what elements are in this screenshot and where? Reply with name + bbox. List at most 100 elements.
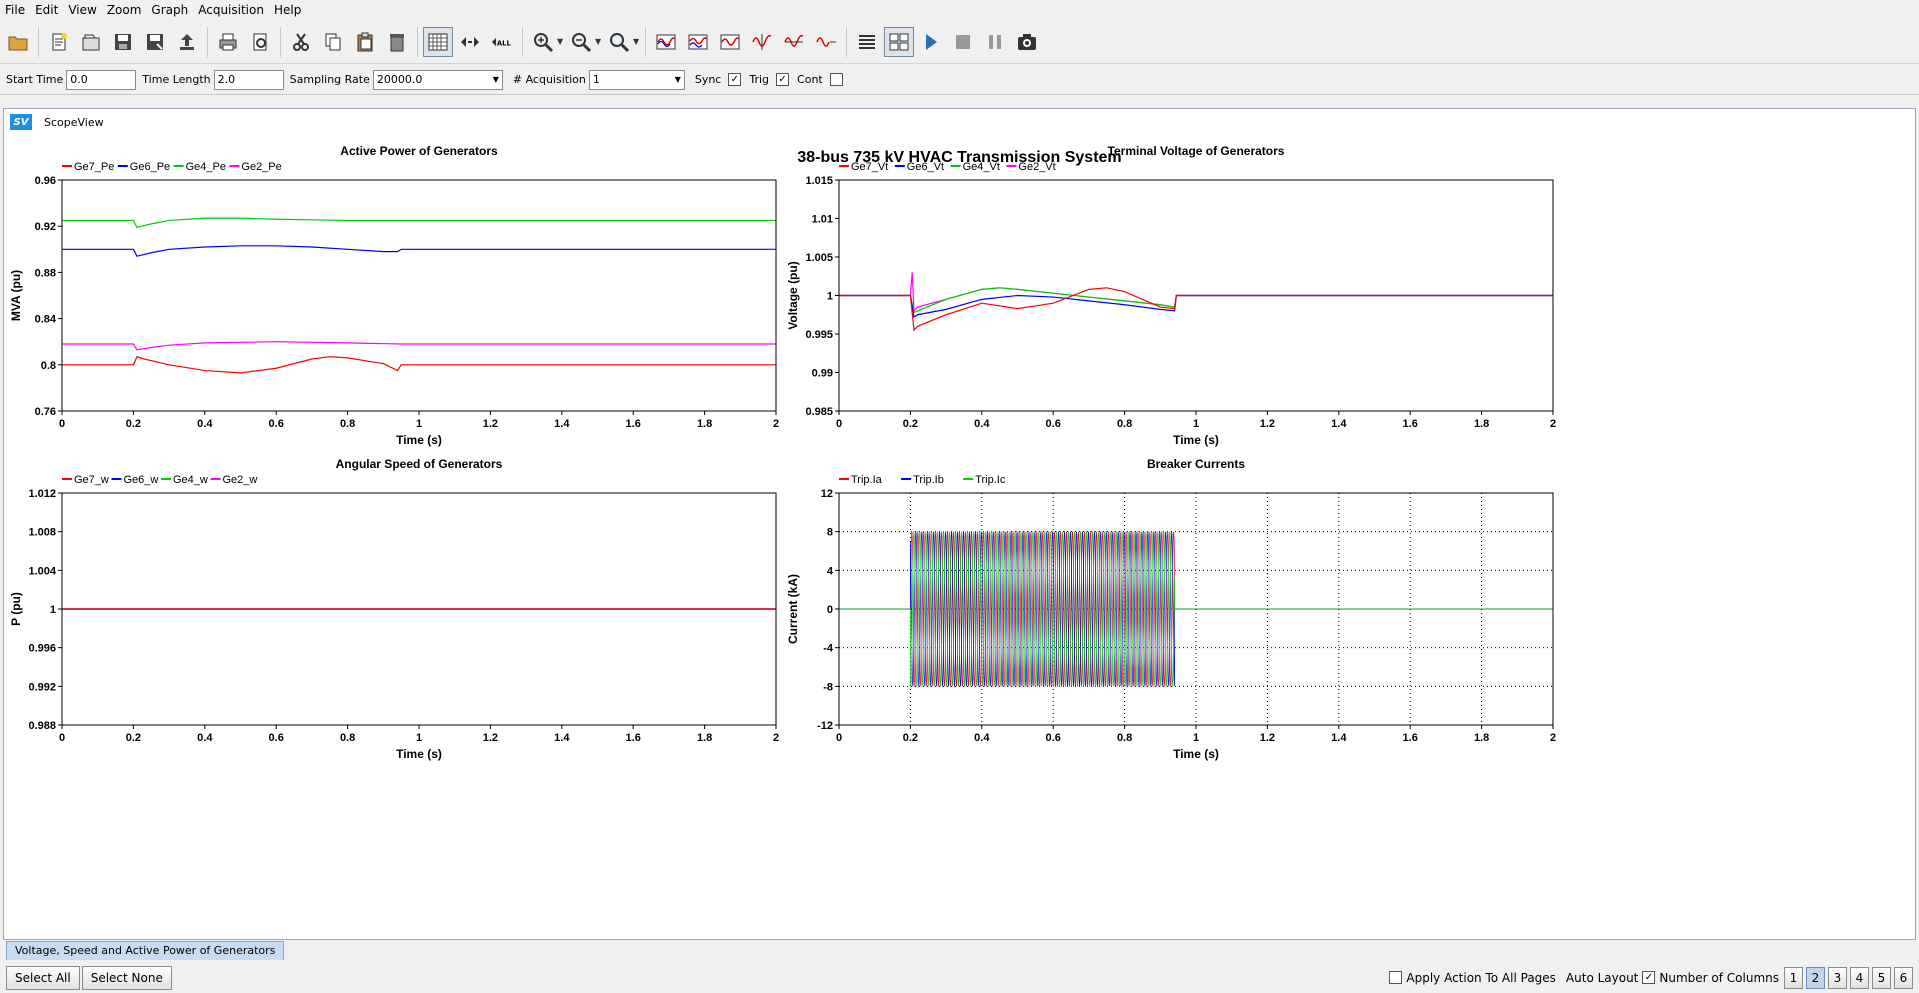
signal-ops-5-icon[interactable] [779,27,809,57]
zoom-in-dropdown-icon[interactable]: ▼ [557,37,565,46]
save-icon[interactable] [108,27,138,57]
page-tab-active[interactable]: Voltage, Speed and Active Power of Gener… [6,941,285,960]
x-tick-label: 2 [1550,732,1556,744]
x-tick-label: 1.6 [1403,418,1418,430]
x-tick-label: 0 [59,732,65,744]
separator [38,26,39,57]
trig-checkbox[interactable]: ✓ [776,73,790,86]
separator [207,26,208,57]
legend-entry: Ge4_Pe [186,161,226,173]
start-time-input[interactable] [66,69,137,90]
legend-entry: Trip.Ib [913,474,944,486]
delete-icon[interactable] [382,27,412,57]
columns-3-button[interactable]: 3 [1828,966,1847,989]
x-axis-label: Time (s) [396,433,442,447]
list-icon[interactable] [852,27,882,57]
pause-icon[interactable] [980,27,1010,57]
menu-edit[interactable]: Edit [30,3,63,17]
menu-view[interactable]: View [63,3,101,17]
y-tick-label: 1 [827,291,833,303]
stop-icon[interactable] [948,27,978,57]
x-tick-label: 1.4 [554,418,570,430]
menu-file[interactable]: File [0,3,30,17]
x-tick-label: 0.4 [197,732,213,744]
new-page-icon[interactable] [44,27,74,57]
camera-icon[interactable] [1012,27,1042,57]
save-as-icon[interactable] [140,27,170,57]
chart-title: Angular Speed of Generators [336,457,503,471]
layout-icon[interactable] [884,26,914,57]
columns-2-button[interactable]: 2 [1806,966,1825,989]
legend-entry: Ge7_w [74,474,109,486]
open-icon[interactable] [76,27,106,57]
signal-ops-1-icon[interactable] [651,27,681,57]
zoom-out-icon[interactable] [566,27,596,57]
y-tick-label: 0.985 [805,406,833,418]
columns-1-button[interactable]: 1 [1784,966,1803,989]
signal-ops-2-icon[interactable] [683,27,713,57]
cut-icon[interactable] [286,27,316,57]
y-axis-label: Voltage (pu) [786,261,800,329]
select-none-button[interactable]: Select None [81,965,172,990]
zoom-fit-icon[interactable] [455,27,485,57]
zoom-xy-dropdown-icon[interactable]: ▼ [633,37,641,46]
zoom-out-dropdown-icon[interactable]: ▼ [595,37,603,46]
select-all-button[interactable]: Select All [6,965,80,990]
acquisition-value: 1 [592,73,600,86]
sampling-rate-value: 20000.0 [376,73,423,86]
export-icon[interactable] [172,27,202,57]
open-folder-icon[interactable] [3,27,33,57]
chart-title: Terminal Voltage of Generators [1108,144,1285,158]
chart-1: Active Power of Generators Ge7_Pe Ge6_Pe Ge… [9,144,779,447]
x-tick-label: 1.6 [1403,732,1418,744]
menu-zoom[interactable]: Zoom [102,3,147,17]
legend-entry: Ge4_Vt [963,161,1000,173]
separator [522,26,523,57]
print-icon[interactable] [213,27,243,57]
separator [846,26,847,57]
apply-all-checkbox[interactable] [1389,971,1403,984]
cont-checkbox[interactable] [829,73,843,86]
columns-6-button[interactable]: 6 [1894,966,1913,989]
sampling-rate-select[interactable]: 20000.0 ▼ [372,69,503,90]
x-tick-label: 1.4 [1331,732,1347,744]
acquisition-select[interactable]: 1 ▼ [588,69,685,90]
legend-entry: Ge7_Pe [74,161,114,173]
zoom-in-icon[interactable] [528,27,558,57]
series-group [839,530,1553,688]
signal-ops-3-icon[interactable] [715,27,745,57]
acquisition-label: # Acquisition [512,73,586,86]
auto-layout-checkbox[interactable]: ✓ [1642,971,1656,984]
columns-5-button[interactable]: 5 [1872,966,1891,989]
x-tick-label: 1.2 [483,418,498,430]
play-icon[interactable] [916,27,946,57]
zoom-all-icon[interactable]: ALL [487,27,517,57]
legend-entry: Ge6_w [124,474,159,486]
y-tick-label: -12 [817,720,833,732]
copy-icon[interactable] [318,27,348,57]
x-tick-label: 1 [416,732,422,744]
menu-acquisition[interactable]: Acquisition [193,3,269,17]
menu-help[interactable]: Help [269,3,306,17]
y-tick-label: 0.88 [35,267,56,279]
chevron-down-icon: ▼ [492,75,499,84]
signal-ops-4-icon[interactable] [747,27,777,57]
x-tick-label: 0.8 [1117,732,1132,744]
print-preview-icon[interactable] [245,27,275,57]
columns-4-button[interactable]: 4 [1850,966,1869,989]
start-time-label: Start Time [6,73,64,86]
zoom-xy-icon[interactable] [604,27,634,57]
menu-graph[interactable]: Graph [146,3,193,17]
paste-icon[interactable] [350,27,380,57]
sync-checkbox[interactable]: ✓ [728,73,742,86]
x-axis-label: Time (s) [396,747,442,761]
time-length-input[interactable] [213,69,284,90]
x-tick-label: 2 [773,418,779,430]
auto-layout-label: Auto Layout [1565,970,1639,985]
signal-ops-6-icon[interactable] [811,27,841,57]
num-columns-label: Number of Columns [1659,970,1779,985]
chart-4: Breaker Currents Trip.Ia Trip.Ib Trip.Ic 0 0.… [786,457,1556,761]
series-group [839,272,1553,332]
cont-label: Cont [797,73,823,86]
grid-icon[interactable] [423,26,453,57]
